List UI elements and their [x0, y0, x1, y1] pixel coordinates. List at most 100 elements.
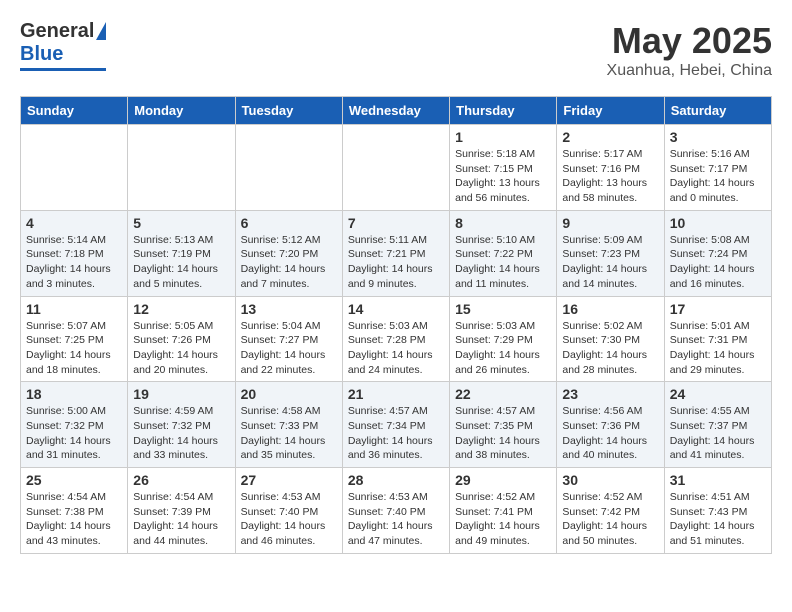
calendar-cell: 22 Sunrise: 4:57 AM Sunset: 7:35 PM Dayli…: [450, 382, 557, 468]
day-number: 8: [455, 215, 551, 231]
calendar-cell: 10Sunrise: 5:08 AM Sunset: 7:24 PM Dayli…: [664, 210, 771, 296]
calendar-week-row: 11 Sunrise: 5:07 AM Sunset: 7:25 PM Dayli…: [21, 296, 772, 382]
calendar-cell: 25 Sunrise: 4:54 AM Sunset: 7:38 PM Dayli…: [21, 468, 128, 554]
calendar-cell: 15Sunrise: 5:03 AM Sunset: 7:29 PM Dayli…: [450, 296, 557, 382]
day-number: 6: [241, 215, 337, 231]
day-detail: Sunrise: 4:53 AM Sunset: 7:40 PM Dayligh…: [241, 490, 337, 549]
day-detail: Sunrise: 4:55 AM Sunset: 7:37 PM Dayligh…: [670, 404, 766, 463]
calendar-cell: 16 Sunrise: 5:02 AM Sunset: 7:30 PM Dayli…: [557, 296, 664, 382]
day-number: 20: [241, 386, 337, 402]
calendar-cell: 2Sunrise: 5:17 AM Sunset: 7:16 PM Daylig…: [557, 125, 664, 211]
day-detail: Sunrise: 4:58 AM Sunset: 7:33 PM Dayligh…: [241, 404, 337, 463]
weekday-header-sunday: Sunday: [21, 97, 128, 125]
day-detail: Sunrise: 4:51 AM Sunset: 7:43 PM Dayligh…: [670, 490, 766, 549]
calendar-cell: 3 Sunrise: 5:16 AM Sunset: 7:17 PM Daylig…: [664, 125, 771, 211]
day-detail: Sunrise: 5:10 AM Sunset: 7:22 PM Dayligh…: [455, 233, 551, 292]
day-detail: Sunrise: 5:07 AM Sunset: 7:25 PM Dayligh…: [26, 319, 122, 378]
day-number: 22: [455, 386, 551, 402]
day-number: 18: [26, 386, 122, 402]
calendar-cell: 9 Sunrise: 5:09 AM Sunset: 7:23 PM Daylig…: [557, 210, 664, 296]
calendar-cell: 18 Sunrise: 5:00 AM Sunset: 7:32 PM Dayli…: [21, 382, 128, 468]
day-number: 1: [455, 129, 551, 145]
calendar-cell: 8 Sunrise: 5:10 AM Sunset: 7:22 PM Daylig…: [450, 210, 557, 296]
day-number: 30: [562, 472, 658, 488]
day-detail: Sunrise: 4:57 AM Sunset: 7:35 PM Dayligh…: [455, 404, 551, 463]
calendar-cell: 28 Sunrise: 4:53 AM Sunset: 7:40 PM Dayli…: [342, 468, 449, 554]
day-detail: Sunrise: 5:04 AM Sunset: 7:27 PM Dayligh…: [241, 319, 337, 378]
weekday-header-tuesday: Tuesday: [235, 97, 342, 125]
month-title: May 2025: [607, 20, 772, 62]
day-detail: Sunrise: 4:53 AM Sunset: 7:40 PM Dayligh…: [348, 490, 444, 549]
weekday-header-monday: Monday: [128, 97, 235, 125]
calendar-cell: 4 Sunrise: 5:14 AM Sunset: 7:18 PM Daylig…: [21, 210, 128, 296]
day-detail: Sunrise: 5:14 AM Sunset: 7:18 PM Dayligh…: [26, 233, 122, 292]
calendar-cell: 14Sunrise: 5:03 AM Sunset: 7:28 PM Dayli…: [342, 296, 449, 382]
day-number: 16: [562, 301, 658, 317]
day-number: 25: [26, 472, 122, 488]
day-number: 31: [670, 472, 766, 488]
day-number: 15: [455, 301, 551, 317]
location: Xuanhua, Hebei, China: [607, 62, 772, 80]
logo-blue: Blue: [20, 43, 63, 66]
day-number: 26: [133, 472, 229, 488]
day-detail: Sunrise: 5:16 AM Sunset: 7:17 PM Dayligh…: [670, 147, 766, 206]
calendar-cell: 5 Sunrise: 5:13 AM Sunset: 7:19 PM Daylig…: [128, 210, 235, 296]
weekday-header-friday: Friday: [557, 97, 664, 125]
weekday-header-row: SundayMondayTuesdayWednesdayThursdayFrid…: [21, 97, 772, 125]
day-detail: Sunrise: 5:08 AM Sunset: 7:24 PM Dayligh…: [670, 233, 766, 292]
calendar-cell: 29 Sunrise: 4:52 AM Sunset: 7:41 PM Dayli…: [450, 468, 557, 554]
day-detail: Sunrise: 5:01 AM Sunset: 7:31 PM Dayligh…: [670, 319, 766, 378]
day-detail: Sunrise: 4:54 AM Sunset: 7:38 PM Dayligh…: [26, 490, 122, 549]
logo-general: General: [20, 20, 94, 43]
page-header: General Blue May 2025 Xuanhua, Hebei, Ch…: [20, 20, 772, 80]
day-detail: Sunrise: 5:03 AM Sunset: 7:28 PM Dayligh…: [348, 319, 444, 378]
calendar-cell: 12Sunrise: 5:05 AM Sunset: 7:26 PM Dayli…: [128, 296, 235, 382]
calendar-cell: 26Sunrise: 4:54 AM Sunset: 7:39 PM Dayli…: [128, 468, 235, 554]
day-number: 28: [348, 472, 444, 488]
day-number: 12: [133, 301, 229, 317]
logo: General Blue: [20, 20, 106, 71]
calendar-cell: 1 Sunrise: 5:18 AM Sunset: 7:15 PM Daylig…: [450, 125, 557, 211]
calendar-cell: 23 Sunrise: 4:56 AM Sunset: 7:36 PM Dayli…: [557, 382, 664, 468]
weekday-header-wednesday: Wednesday: [342, 97, 449, 125]
calendar-cell: [342, 125, 449, 211]
calendar-cell: [235, 125, 342, 211]
day-detail: Sunrise: 5:02 AM Sunset: 7:30 PM Dayligh…: [562, 319, 658, 378]
day-detail: Sunrise: 4:56 AM Sunset: 7:36 PM Dayligh…: [562, 404, 658, 463]
calendar-cell: 24 Sunrise: 4:55 AM Sunset: 7:37 PM Dayli…: [664, 382, 771, 468]
calendar-cell: [21, 125, 128, 211]
day-detail: Sunrise: 4:52 AM Sunset: 7:42 PM Dayligh…: [562, 490, 658, 549]
day-detail: Sunrise: 5:09 AM Sunset: 7:23 PM Dayligh…: [562, 233, 658, 292]
day-number: 24: [670, 386, 766, 402]
day-number: 4: [26, 215, 122, 231]
day-detail: Sunrise: 4:57 AM Sunset: 7:34 PM Dayligh…: [348, 404, 444, 463]
calendar-cell: 19 Sunrise: 4:59 AM Sunset: 7:32 PM Dayli…: [128, 382, 235, 468]
day-detail: Sunrise: 4:59 AM Sunset: 7:32 PM Dayligh…: [133, 404, 229, 463]
day-number: 3: [670, 129, 766, 145]
day-number: 19: [133, 386, 229, 402]
day-detail: Sunrise: 5:13 AM Sunset: 7:19 PM Dayligh…: [133, 233, 229, 292]
day-detail: Sunrise: 5:17 AM Sunset: 7:16 PM Dayligh…: [562, 147, 658, 206]
day-number: 21: [348, 386, 444, 402]
day-number: 11: [26, 301, 122, 317]
calendar-cell: [128, 125, 235, 211]
calendar-table: SundayMondayTuesdayWednesdayThursdayFrid…: [20, 96, 772, 554]
day-detail: Sunrise: 5:12 AM Sunset: 7:20 PM Dayligh…: [241, 233, 337, 292]
day-number: 23: [562, 386, 658, 402]
weekday-header-saturday: Saturday: [664, 97, 771, 125]
calendar-cell: 7Sunrise: 5:11 AM Sunset: 7:21 PM Daylig…: [342, 210, 449, 296]
day-detail: Sunrise: 4:52 AM Sunset: 7:41 PM Dayligh…: [455, 490, 551, 549]
title-section: May 2025 Xuanhua, Hebei, China: [607, 20, 772, 80]
calendar-cell: 20 Sunrise: 4:58 AM Sunset: 7:33 PM Dayli…: [235, 382, 342, 468]
day-number: 7: [348, 215, 444, 231]
day-number: 9: [562, 215, 658, 231]
weekday-header-thursday: Thursday: [450, 97, 557, 125]
day-number: 5: [133, 215, 229, 231]
calendar-week-row: 18 Sunrise: 5:00 AM Sunset: 7:32 PM Dayli…: [21, 382, 772, 468]
calendar-week-row: 4 Sunrise: 5:14 AM Sunset: 7:18 PM Daylig…: [21, 210, 772, 296]
calendar-cell: 21 Sunrise: 4:57 AM Sunset: 7:34 PM Dayli…: [342, 382, 449, 468]
calendar-cell: 6 Sunrise: 5:12 AM Sunset: 7:20 PM Daylig…: [235, 210, 342, 296]
day-detail: Sunrise: 5:18 AM Sunset: 7:15 PM Dayligh…: [455, 147, 551, 206]
day-detail: Sunrise: 5:00 AM Sunset: 7:32 PM Dayligh…: [26, 404, 122, 463]
day-number: 29: [455, 472, 551, 488]
